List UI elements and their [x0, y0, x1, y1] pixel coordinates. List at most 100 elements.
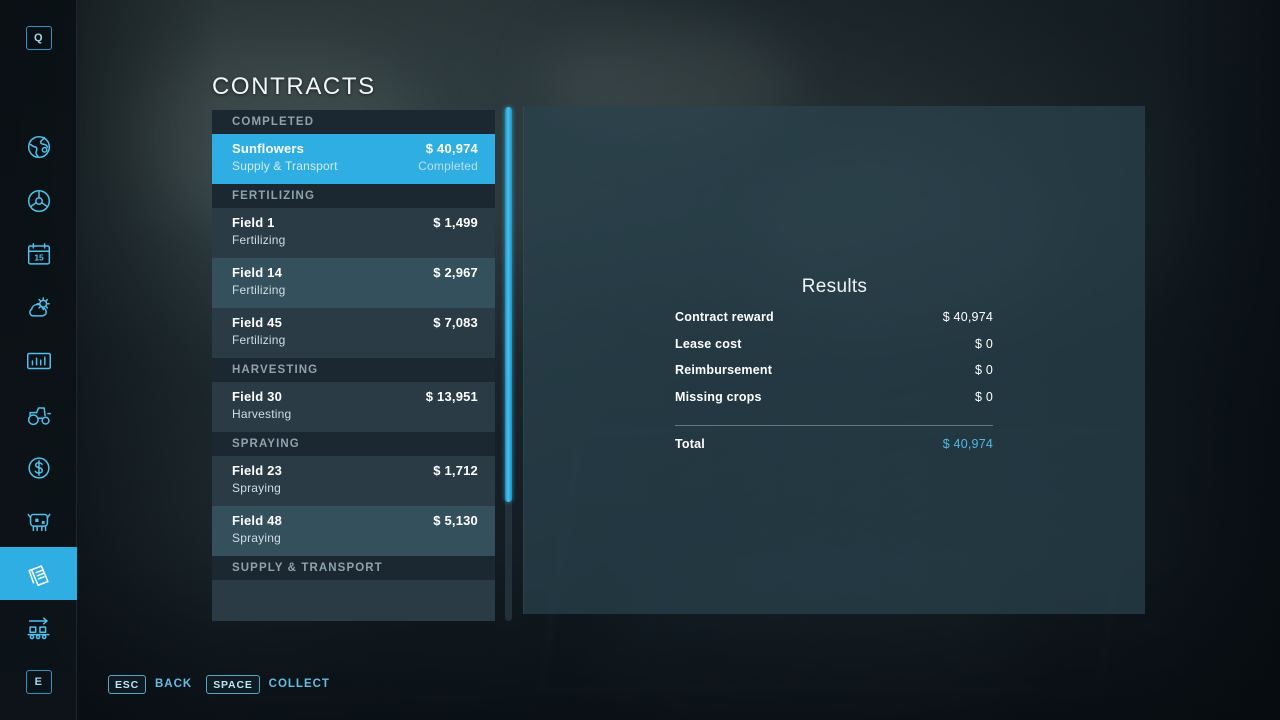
contract-type: Harvesting — [232, 407, 292, 421]
contract-row-right: $ 40,974 Completed — [418, 141, 478, 173]
results-row: Missing crops $ 0 — [675, 390, 993, 417]
contract-title: Field 1 — [232, 215, 275, 230]
contract-type: Fertilizing — [232, 233, 286, 247]
calendar-icon: 15 — [24, 239, 54, 269]
contract-reward-amount: $ 7,083 — [433, 315, 478, 330]
results-label: Lease cost — [675, 336, 742, 351]
contract-title: Field 23 — [232, 463, 283, 478]
results-value: $ 0 — [975, 336, 993, 351]
contract-type: Spraying — [232, 481, 281, 495]
results-label: Missing crops — [675, 389, 762, 404]
contract-status: Completed — [418, 159, 478, 173]
contracts-section-header: SPRAYING — [212, 432, 495, 456]
results-label: Reimbursement — [675, 363, 773, 377]
results-divider — [675, 425, 993, 426]
contract-title: Field 14 — [232, 265, 283, 280]
help-key-cap: ESC — [108, 674, 146, 694]
contract-row-right: $ 1,712 — [433, 463, 478, 481]
sidebar-item-key-e[interactable]: E — [0, 655, 77, 708]
contract-row-left: Field 45 Fertilizing — [232, 315, 286, 347]
contract-detail-panel: Results Contract reward $ 40,974 Lease cos… — [523, 106, 1145, 614]
contract-reward-amount: $ 1,499 — [433, 215, 478, 230]
steering-wheel-icon — [24, 186, 54, 216]
help-key-cap: SPACE — [206, 674, 260, 694]
contract-title: Field 30 — [232, 389, 283, 404]
results-value: $ 40,974 — [942, 310, 993, 324]
contract-reward-amount: $ 40,974 — [425, 141, 478, 156]
sidebar-item-finances[interactable] — [0, 441, 77, 494]
sidebar-item-animals[interactable] — [0, 494, 77, 547]
help-bar: ESC BACK SPACE COLLECT — [108, 674, 330, 694]
dollar-coin-icon — [24, 453, 54, 483]
production-chain-icon — [24, 613, 54, 643]
contract-type: Fertilizing — [232, 333, 286, 347]
results-row: Lease cost $ 0 — [675, 337, 993, 364]
cow-icon — [24, 506, 54, 536]
help-action-label: BACK — [155, 678, 193, 691]
documents-icon — [24, 559, 54, 589]
contracts-section-header: COMPLETED — [212, 110, 495, 134]
contract-row[interactable]: Field 48 Spraying $ 5,130 — [212, 506, 495, 556]
contract-row[interactable]: Field 23 Spraying $ 1,712 — [212, 456, 495, 506]
sidebar-item-calendar[interactable]: 15 — [0, 227, 77, 280]
help-item-back[interactable]: ESC BACK — [108, 674, 193, 694]
contract-row-right: $ 7,083 — [433, 315, 478, 333]
contracts-section-header: HARVESTING — [212, 358, 495, 382]
sidebar-item-production[interactable] — [0, 601, 77, 654]
contract-row[interactable]: Field 45 Fertilizing $ 7,083 — [212, 308, 495, 358]
help-action-label: COLLECT — [268, 678, 330, 691]
tractor-icon — [24, 400, 54, 430]
contract-row[interactable]: Field 14 Fertilizing $ 2,967 — [212, 258, 495, 308]
results-total-label: Total — [675, 437, 705, 451]
contract-row[interactable]: Field 1 Fertilizing $ 1,499 — [212, 208, 495, 258]
help-item-collect[interactable]: SPACE COLLECT — [206, 674, 330, 694]
sidebar-item-key-q[interactable]: Q — [0, 11, 77, 64]
contract-row-left: Field 1 Fertilizing — [232, 215, 286, 247]
contract-reward-amount: $ 13,951 — [425, 389, 478, 404]
bar-chart-icon — [24, 346, 54, 376]
svg-text:15: 15 — [34, 252, 44, 262]
contract-row[interactable]: Field 30 Harvesting $ 13,951 — [212, 382, 495, 432]
contract-type: Fertilizing — [232, 283, 286, 297]
contract-type: Supply & Transport — [232, 159, 338, 173]
scrollbar-thumb[interactable] — [505, 107, 512, 502]
key-q-icon: Q — [25, 25, 52, 50]
sidebar-item-statistics[interactable] — [0, 334, 77, 387]
weather-sun-cloud-icon — [24, 292, 54, 322]
contract-reward-amount: $ 1,712 — [433, 463, 478, 478]
page-title: CONTRACTS — [212, 73, 376, 100]
sidebar-item-contracts[interactable] — [0, 547, 77, 600]
contract-row[interactable]: Sunflowers Supply & Transport $ 40,974 Comp… — [212, 134, 495, 184]
contract-row-right: $ 5,130 — [433, 513, 478, 531]
results-value: $ 0 — [975, 363, 993, 377]
sidebar-item-map[interactable] — [0, 120, 77, 173]
results-total-row: Total $ 40,974 — [675, 437, 993, 464]
list-scrollbar[interactable] — [505, 107, 512, 621]
sidebar-item-vehicles[interactable] — [0, 174, 77, 227]
contract-reward-amount: $ 2,967 — [433, 265, 478, 280]
contracts-section-header: SUPPLY & TRANSPORT — [212, 556, 495, 580]
contract-row-left: Sunflowers Supply & Transport — [232, 141, 338, 173]
sidebar-rail: Q 15 E — [0, 0, 77, 720]
sidebar-item-weather[interactable] — [0, 280, 77, 333]
results-heading: Results — [801, 276, 868, 297]
contract-title: Sunflowers — [232, 141, 305, 156]
results-table: Contract reward $ 40,974 Lease cost $ 0 Reim… — [675, 310, 993, 464]
key-e-icon: E — [25, 669, 52, 694]
contracts-section-header: FERTILIZING — [212, 184, 495, 208]
contracts-list[interactable]: COMPLETED Sunflowers Supply & Transport $ 4… — [212, 110, 495, 621]
contract-row-right: $ 13,951 — [426, 389, 478, 407]
contract-row-left: Field 14 Fertilizing — [232, 265, 286, 297]
contract-row-right: $ 2,967 — [433, 265, 478, 283]
contract-row-left: Field 30 Harvesting — [232, 389, 291, 421]
contract-row[interactable] — [212, 580, 495, 621]
results-total-value: $ 40,974 — [942, 437, 993, 451]
game-menu-screen: Q 15 E CONTRACTS COMPLETED Sunflowers Supply… — [0, 0, 1280, 720]
contract-reward-amount: $ 5,130 — [433, 513, 478, 528]
contract-title: Field 48 — [232, 513, 283, 528]
results-row: Reimbursement $ 0 — [675, 363, 993, 390]
sidebar-item-garage[interactable] — [0, 388, 77, 441]
globe-map-icon — [24, 132, 54, 162]
contract-row-left: Field 48 Spraying — [232, 513, 282, 545]
results-label: Contract reward — [675, 310, 774, 324]
